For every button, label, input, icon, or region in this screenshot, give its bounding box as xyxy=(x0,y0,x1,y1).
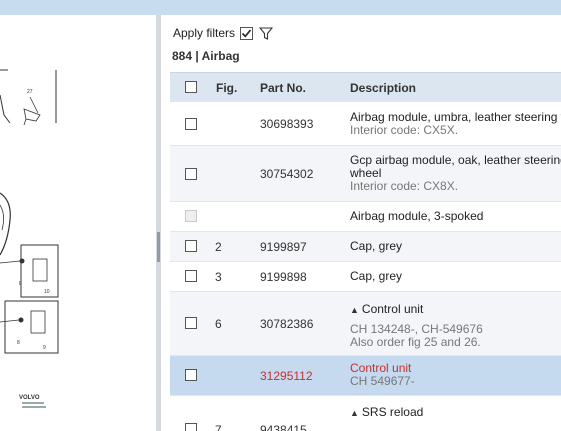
description-subline: CH 549677- xyxy=(350,374,415,388)
part-description: Control unit CH 549677- xyxy=(350,362,415,388)
apply-filters-checkbox[interactable] xyxy=(240,26,254,40)
part-number: 30782386 xyxy=(260,317,314,331)
brand-logo: VOLVO xyxy=(19,395,40,401)
row-checkbox xyxy=(185,210,197,222)
table-row[interactable]: 3 9199898 Cap, grey xyxy=(170,262,561,292)
part-number: 30754302 xyxy=(260,167,314,181)
table-header: Fig. Part No. Description xyxy=(170,72,561,103)
table-row[interactable]: 7 9438415 ▲ SRS reload xyxy=(170,396,561,431)
diagram-label-8a: 8 xyxy=(19,281,22,287)
row-checkbox[interactable] xyxy=(185,118,197,130)
part-number: 31295112 xyxy=(260,369,313,383)
header-description[interactable]: Description xyxy=(350,81,416,95)
filter-bar: Apply filters xyxy=(173,24,274,42)
row-checkbox[interactable] xyxy=(185,270,197,282)
part-number: 9438415 xyxy=(260,423,307,431)
part-description: Cap, grey xyxy=(350,240,402,253)
group-title: 884 | Airbag xyxy=(172,49,240,63)
top-bar xyxy=(0,0,561,15)
table-row-selected[interactable]: 31295112 Control unit CH 549677- xyxy=(170,356,561,396)
header-part-no[interactable]: Part No. xyxy=(260,81,306,95)
filter-icon[interactable] xyxy=(259,26,274,40)
select-all-checkbox[interactable] xyxy=(185,81,197,93)
description-line: Gcp airbag module, oak, leather steering xyxy=(350,153,561,167)
parts-list-pane: Apply filters 884 | Airbag Fig. Part No.… xyxy=(161,15,561,431)
part-description: Gcp airbag module, oak, leather steering… xyxy=(350,154,561,193)
part-number: 9199898 xyxy=(260,270,307,284)
description-subline: Also order fig 25 and 26. xyxy=(350,335,481,349)
diagram-label-27: 27 xyxy=(27,89,33,95)
diagram-pane[interactable]: 27 8 10 8 9 VOLVO xyxy=(0,15,156,431)
table-row[interactable]: 30698393 Airbag module, umbra, leather s… xyxy=(170,102,561,146)
collapse-triangle-icon[interactable]: ▲ xyxy=(350,408,359,418)
description-subline: Interior code: CX8X. xyxy=(350,179,459,193)
part-description: ▲ SRS reload xyxy=(350,406,423,420)
description-line: Airbag module, 3-spoked xyxy=(350,209,484,223)
table-row[interactable]: 6 30782386 ▲ Control unit CH 134248-, CH-… xyxy=(170,292,561,356)
table-row[interactable]: Airbag module, 3-spoked xyxy=(170,202,561,232)
fig-number: 6 xyxy=(215,317,222,331)
diagram-label-10: 10 xyxy=(44,289,50,295)
description-subline: Interior code: CX5X. xyxy=(350,123,459,137)
part-description: Cap, grey xyxy=(350,270,402,283)
checkmark-icon xyxy=(241,28,252,37)
part-number: 30698393 xyxy=(260,117,314,131)
collapse-triangle-icon[interactable]: ▲ xyxy=(350,305,359,315)
fig-number: 2 xyxy=(215,240,222,254)
description-line[interactable]: ▲ SRS reload xyxy=(350,406,423,420)
description-text: Control unit xyxy=(361,302,424,316)
row-checkbox[interactable] xyxy=(185,240,197,252)
diagram-label-8b: 8 xyxy=(17,340,20,346)
diagram-label-9: 9 xyxy=(43,345,46,351)
fig-number: 7 xyxy=(215,423,222,431)
row-checkbox[interactable] xyxy=(185,168,197,180)
row-checkbox[interactable] xyxy=(185,369,197,381)
apply-filters-label: Apply filters xyxy=(173,26,236,40)
part-description: ▲ Control unit CH 134248-, CH-549676 Also… xyxy=(350,303,483,349)
part-description: Airbag module, umbra, leather steering w… xyxy=(350,111,561,137)
description-text: SRS reload xyxy=(361,405,424,419)
row-checkbox[interactable] xyxy=(185,317,197,329)
fig-number: 3 xyxy=(215,270,222,284)
table-row[interactable]: 30754302 Gcp airbag module, oak, leather… xyxy=(170,146,561,202)
description-line[interactable]: ▲ Control unit xyxy=(350,303,483,317)
description-line: Cap, grey xyxy=(350,239,403,253)
table-row[interactable]: 2 9199897 Cap, grey xyxy=(170,232,561,262)
header-fig[interactable]: Fig. xyxy=(216,81,237,95)
part-description: Airbag module, 3-spoked xyxy=(350,210,483,223)
row-checkbox[interactable] xyxy=(185,423,197,431)
parts-diagram: 27 8 10 8 9 VOLVO xyxy=(0,69,59,408)
description-line: Cap, grey xyxy=(350,269,403,283)
splitter-grip[interactable] xyxy=(157,232,160,262)
part-number: 9199897 xyxy=(260,240,307,254)
